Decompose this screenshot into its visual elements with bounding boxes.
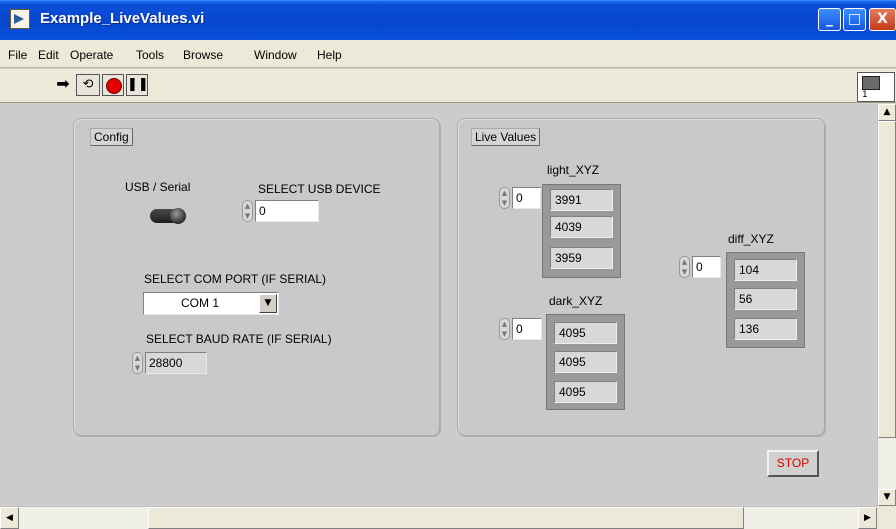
arrow-right-icon: ▶: [864, 513, 871, 523]
dark-xyz-element: 4095: [554, 381, 617, 403]
diff-xyz-index[interactable]: 0: [692, 256, 721, 278]
dark-xyz-index-incdec[interactable]: ▲ ▼: [499, 318, 510, 340]
dark-xyz-index[interactable]: 0: [512, 318, 542, 340]
light-xyz-label: light_XYZ: [547, 163, 600, 177]
abort-stop-icon: [106, 78, 122, 94]
usb-serial-label: USB / Serial: [125, 180, 191, 194]
scrollbar-corner: [877, 506, 896, 529]
usb-device-input[interactable]: 0: [255, 200, 319, 222]
close-button[interactable]: X: [869, 8, 896, 31]
menu-bar: [0, 40, 896, 68]
diff-xyz-element: 56: [734, 288, 797, 310]
stop-button[interactable]: STOP: [767, 450, 819, 477]
usb-device-label: SELECT USB DEVICE: [258, 182, 381, 196]
arrow-left-icon: ◀: [6, 513, 13, 523]
window-title: Example_LiveValues.vi: [40, 10, 205, 27]
com-port-label: SELECT COM PORT (IF SERIAL): [144, 272, 327, 286]
baud-rate-label: SELECT BAUD RATE (IF SERIAL): [146, 332, 332, 346]
run-arrow-icon: ➡: [56, 74, 70, 93]
abort-button[interactable]: [102, 74, 124, 96]
arrow-down-icon: ▼: [883, 492, 891, 502]
live-values-group-label: Live Values: [471, 128, 541, 146]
diff-xyz-index-incdec[interactable]: ▲ ▼: [679, 256, 690, 278]
menu-edit[interactable]: Edit: [38, 48, 59, 62]
pause-icon: ❚❚: [127, 77, 149, 92]
labview-vi-icon: [10, 9, 30, 29]
com-port-dropdown-button[interactable]: ▼: [259, 294, 277, 313]
light-xyz-element: 3991: [550, 189, 613, 211]
pause-button[interactable]: ❚❚: [126, 74, 149, 96]
diff-xyz-element: 136: [734, 318, 797, 340]
scroll-left-button[interactable]: ◀: [0, 507, 19, 529]
vi-icon-number: 1: [862, 90, 868, 100]
dark-xyz-element: 4095: [554, 322, 617, 344]
vertical-scroll-thumb[interactable]: [878, 121, 896, 438]
chevron-down-icon: ▼: [264, 298, 272, 308]
scroll-up-button[interactable]: ▲: [878, 104, 896, 121]
horizontal-scroll-thumb[interactable]: [148, 507, 744, 529]
menu-operate[interactable]: Operate: [70, 48, 113, 62]
menu-file[interactable]: File: [8, 48, 27, 62]
baud-rate-input[interactable]: 28800: [145, 352, 207, 374]
dark-xyz-label: dark_XYZ: [549, 294, 603, 308]
arrow-up-icon: ▲: [883, 107, 891, 117]
light-xyz-element: 3959: [550, 247, 613, 269]
menu-help[interactable]: Help: [317, 48, 342, 62]
run-continuously-button[interactable]: ⟲: [76, 74, 100, 96]
minimize-button[interactable]: _: [818, 8, 841, 31]
run-button[interactable]: ➡: [52, 74, 74, 96]
light-xyz-index-incdec[interactable]: ▲ ▼: [499, 187, 510, 209]
usb-device-incdec[interactable]: ▲ ▼: [242, 200, 253, 222]
maximize-button[interactable]: □: [843, 8, 866, 31]
config-group-label: Config: [90, 128, 133, 146]
menu-browse[interactable]: Browse: [183, 48, 223, 62]
scroll-right-button[interactable]: ▶: [858, 507, 877, 529]
toggle-knob: [170, 208, 186, 224]
usb-serial-toggle[interactable]: [150, 205, 186, 227]
run-continuously-icon: ⟲: [82, 77, 94, 92]
light-xyz-index[interactable]: 0: [512, 187, 541, 209]
scroll-down-button[interactable]: ▼: [878, 489, 896, 506]
light-xyz-element: 4039: [550, 216, 613, 238]
diff-xyz-label: diff_XYZ: [728, 232, 774, 246]
vi-connector-icon[interactable]: 1: [857, 72, 895, 102]
dark-xyz-element: 4095: [554, 351, 617, 373]
menu-window[interactable]: Window: [254, 48, 297, 62]
menu-tools[interactable]: Tools: [136, 48, 164, 62]
baud-rate-incdec[interactable]: ▲ ▼: [132, 352, 143, 374]
diff-xyz-element: 104: [734, 259, 797, 281]
